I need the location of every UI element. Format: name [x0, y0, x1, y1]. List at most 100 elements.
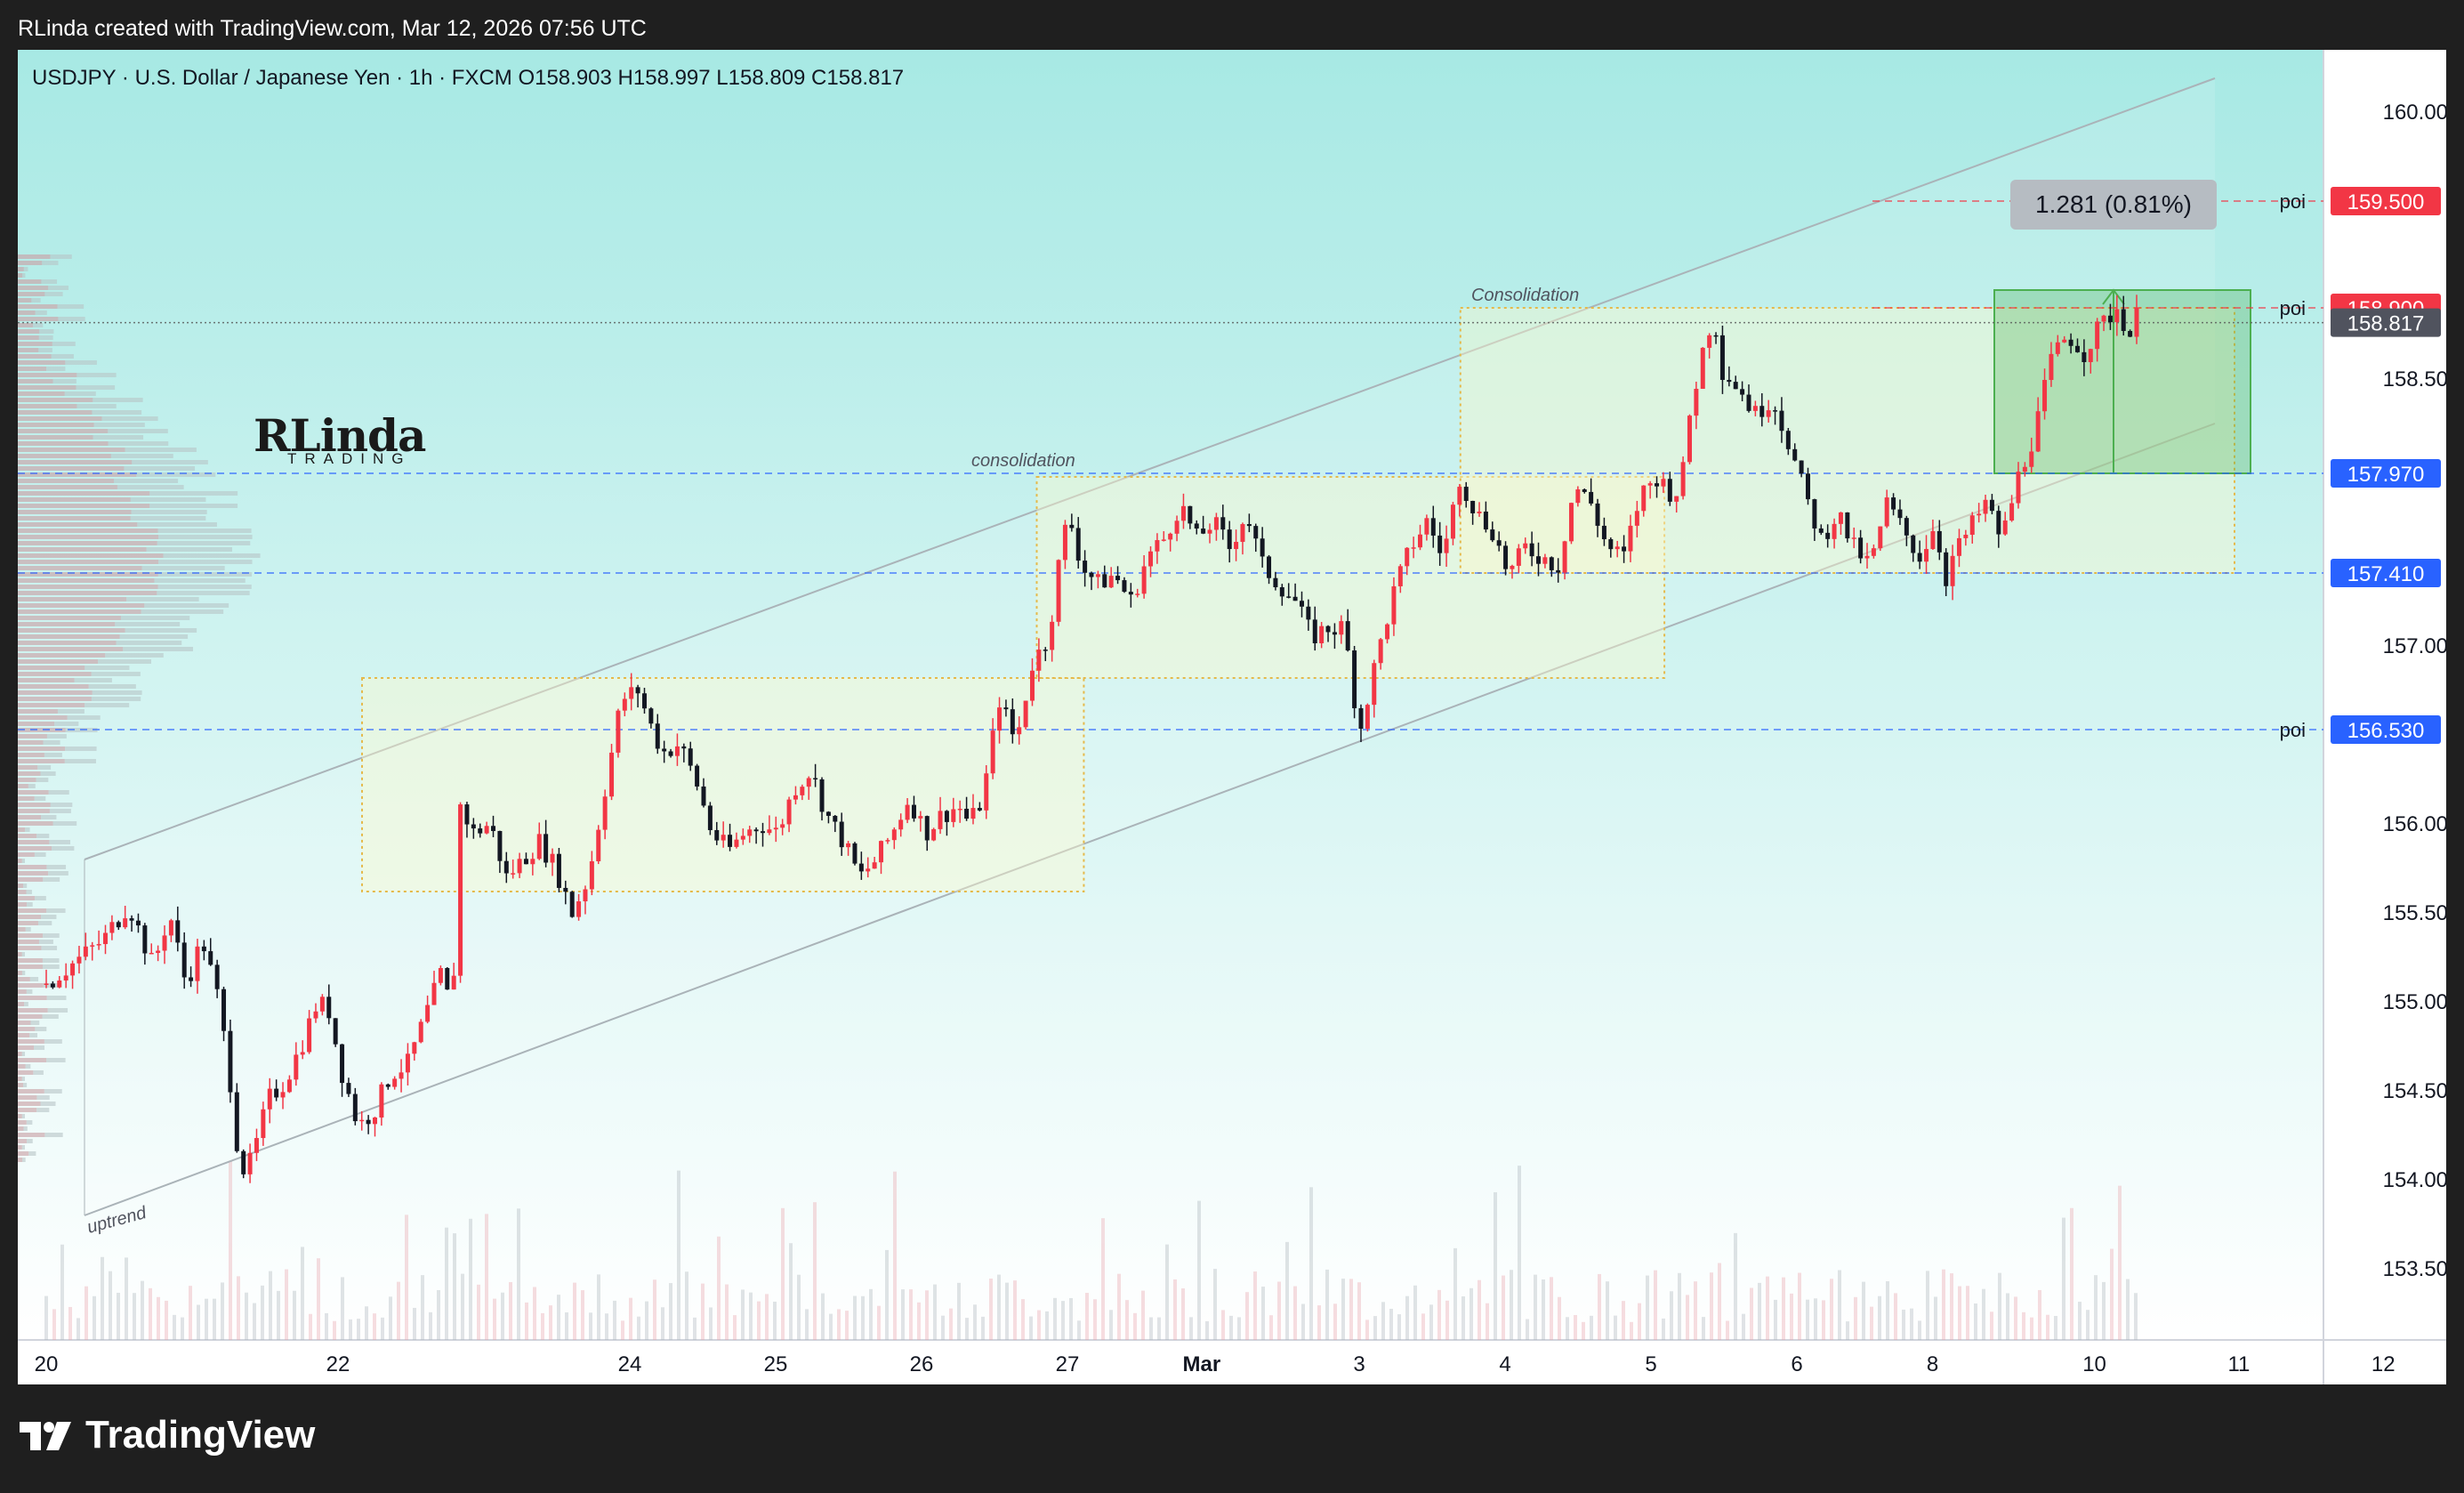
candle[interactable] [695, 763, 700, 791]
candle-body [70, 963, 76, 976]
candle-body [2049, 353, 2054, 381]
profile-bar-b [43, 740, 60, 745]
profile-bar-a [18, 884, 24, 888]
profile-bar-a [18, 1033, 30, 1037]
time-axis[interactable]: 202224252627Mar3456810111213 [35, 1352, 2446, 1376]
time-tick-label: 25 [764, 1352, 788, 1376]
profile-bar-b [123, 647, 194, 651]
candle[interactable] [1023, 700, 1028, 730]
candle-body [511, 873, 516, 875]
candle[interactable] [1568, 502, 1574, 545]
profile-bar-b [35, 1027, 47, 1031]
candle[interactable] [1680, 456, 1686, 500]
profile-bar-b [37, 921, 52, 925]
volume-bar [557, 1295, 560, 1340]
candle[interactable] [556, 847, 561, 892]
volume-bar [1013, 1280, 1017, 1340]
candle-body [319, 997, 325, 1012]
profile-bar-b [42, 1014, 59, 1019]
volume-bar [261, 1285, 264, 1340]
profile-bar-b [42, 261, 59, 265]
candle[interactable] [707, 802, 713, 835]
candle[interactable] [418, 1019, 423, 1044]
candle-body [616, 710, 621, 753]
candle[interactable] [458, 802, 463, 983]
measure-tooltip: 1.281 (0.81%) [2010, 180, 2217, 230]
candle[interactable] [241, 1149, 246, 1179]
candle-body [1904, 518, 1909, 536]
candle-body [1891, 497, 1896, 510]
candle-body [326, 997, 332, 1019]
candle-body [1463, 487, 1469, 501]
candle[interactable] [1365, 703, 1370, 732]
candle[interactable] [931, 827, 937, 842]
volume-bar [1293, 1286, 1297, 1340]
profile-bar-a [18, 1139, 28, 1143]
candle-body [1023, 700, 1028, 728]
candle[interactable] [438, 965, 443, 986]
candle[interactable] [1352, 645, 1357, 719]
candle-body [681, 746, 687, 749]
price-tick-label: 154.500 [2383, 1079, 2446, 1103]
candle[interactable] [228, 1019, 233, 1103]
volume-bar [501, 1292, 504, 1340]
candle-body [44, 983, 49, 985]
profile-bar-a [18, 1008, 48, 1013]
candle[interactable] [1056, 559, 1061, 626]
volume-bar [221, 1282, 224, 1340]
chart-frame[interactable]: consolidationConsolidationuptrend160.000… [18, 50, 2446, 1384]
price-tick-label: 153.500 [2383, 1257, 2446, 1281]
candle[interactable] [333, 1018, 338, 1047]
volume-bar [1766, 1276, 1769, 1340]
volume-bar [125, 1257, 128, 1340]
candle-body [1385, 624, 1390, 640]
profile-bar-b [40, 1102, 56, 1106]
candle[interactable] [569, 891, 575, 918]
volume-bar [1029, 1316, 1033, 1340]
poi-label: poi [2280, 719, 2306, 741]
candle[interactable] [1687, 414, 1692, 464]
profile-bar-b [146, 547, 232, 552]
candle[interactable] [596, 825, 601, 865]
chart-canvas[interactable]: consolidationConsolidationuptrend160.000… [18, 50, 2446, 1384]
candle-body [550, 853, 555, 863]
price-tick-label: 157.000 [2383, 634, 2446, 658]
profile-bar-b [21, 952, 25, 956]
candle-body [530, 859, 535, 865]
candle-body [491, 826, 496, 831]
candle-body [1286, 596, 1292, 598]
candle[interactable] [1845, 512, 1850, 543]
candle[interactable] [234, 1083, 239, 1153]
volume-bar [1918, 1320, 1921, 1340]
candle-body [2016, 472, 2021, 504]
profile-bar-b [58, 317, 85, 321]
candle-body [905, 804, 910, 820]
candle[interactable] [852, 842, 858, 866]
volume-bar [1261, 1287, 1265, 1340]
candle[interactable] [1700, 347, 1705, 390]
candle-body [1148, 551, 1154, 567]
profile-bar-b [41, 915, 57, 919]
candle[interactable] [1878, 526, 1883, 552]
candle-body [931, 828, 937, 841]
volume-bar [1582, 1321, 1585, 1340]
candle-body [2002, 521, 2008, 535]
candle-body [267, 1088, 272, 1110]
candle-body [1694, 388, 1699, 416]
consolidation-zone-1[interactable] [361, 677, 1085, 892]
price-axis[interactable]: 160.000 158.500 157.000 156.000 155.500 155.0… [2383, 101, 2446, 1281]
candle-body [964, 808, 970, 819]
profile-bar-a [18, 771, 41, 776]
profile-bar-a [18, 666, 85, 670]
candle[interactable] [445, 966, 450, 990]
candle-body [135, 920, 141, 926]
candle[interactable] [616, 708, 621, 758]
candle-body [1977, 513, 1982, 516]
volume-bar [1950, 1273, 1953, 1340]
volume-bar [1269, 1315, 1273, 1340]
volume-bar [949, 1308, 953, 1340]
profile-bar-a [18, 585, 158, 589]
time-tick-label: 24 [618, 1352, 642, 1376]
candle-body [63, 975, 68, 981]
candle-body [872, 862, 877, 869]
